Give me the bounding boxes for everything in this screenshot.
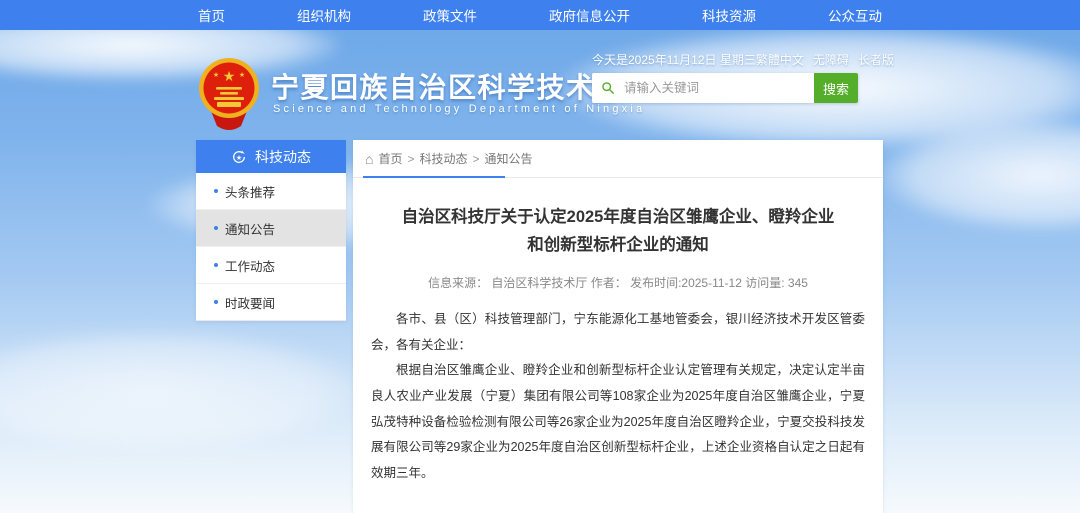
breadcrumb-separator: > (407, 152, 414, 166)
search-button[interactable]: 搜索 (814, 73, 858, 103)
sidebar-item-label: 通知公告 (225, 219, 275, 238)
svg-text:★: ★ (239, 71, 245, 79)
bullet-dot-icon (214, 300, 218, 304)
sidebar-title: 科技动态 (255, 147, 311, 167)
main-panel: ⌂ 首页 > 科技动态 > 通知公告 自治区科技厅关于认定2025年度自治区雏鹰… (353, 140, 883, 513)
bullet-dot-icon (214, 226, 218, 230)
nav-item-policy-documents[interactable]: 政策文件 (387, 5, 513, 25)
nav-item-sci-tech-resources[interactable]: 科技资源 (666, 5, 792, 25)
sidebar-item-label: 工作动态 (225, 256, 275, 275)
sidebar-item-label: 时政要闻 (225, 293, 275, 312)
home-icon: ⌂ (365, 152, 373, 166)
breadcrumb-home[interactable]: 首页 (378, 150, 402, 167)
search-input-wrap (592, 73, 814, 103)
link-elderly-version[interactable]: 长者版 (858, 51, 894, 68)
nav-item-gov-info-disclosure[interactable]: 政府信息公开 (513, 5, 666, 25)
sidebar: ★ 科技动态 头条推荐 通知公告 工作动态 时政要闻 (196, 140, 346, 321)
article-title: 自治区科技厅关于认定2025年度自治区雏鹰企业、瞪羚企业 和创新型标杆企业的通知 (381, 203, 855, 259)
site-subtitle-en: Science and Technology Department of Nin… (273, 103, 645, 115)
page: 首页 组织机构 政策文件 政府信息公开 科技资源 公众互动 ★ ★ ★ 宁夏回族… (0, 0, 1080, 513)
site-title: 宁夏回族自治区科学技术厅 (271, 66, 625, 106)
article-paragraph: 根据自治区雏鹰企业、瞪羚企业和创新型标杆企业认定管理有关规定，决定认定半亩良人农… (371, 358, 865, 486)
sidebar-item-label: 头条推荐 (225, 182, 275, 201)
sidebar-item-notices[interactable]: 通知公告 (196, 210, 346, 247)
sidebar-item-headlines[interactable]: 头条推荐 (196, 173, 346, 210)
link-traditional-chinese[interactable]: 繁體中文 (756, 51, 804, 68)
nav-item-organization[interactable]: 组织机构 (261, 5, 387, 25)
sidebar-header: ★ 科技动态 (196, 140, 346, 173)
header-meta-row: 今天是2025年11月12日 星期三 繁體中文 无障碍 长者版 (592, 51, 875, 68)
search-icon (601, 80, 615, 96)
svg-text:★: ★ (213, 71, 219, 79)
svg-text:★: ★ (236, 154, 242, 162)
bullet-dot-icon (214, 189, 218, 193)
search-input[interactable] (622, 80, 805, 96)
breadcrumb-sci-tech-news[interactable]: 科技动态 (420, 150, 468, 167)
nav-item-public-interaction[interactable]: 公众互动 (792, 5, 918, 25)
breadcrumb: ⌂ 首页 > 科技动态 > 通知公告 (353, 140, 883, 177)
emblem-icon: ★ ★ ★ (197, 54, 261, 134)
breadcrumb-wrap: ⌂ 首页 > 科技动态 > 通知公告 (353, 140, 883, 178)
svg-text:★: ★ (223, 68, 236, 84)
sidebar-item-current-politics[interactable]: 时政要闻 (196, 284, 346, 321)
breadcrumb-separator: > (473, 152, 480, 166)
link-accessibility[interactable]: 无障碍 (813, 51, 849, 68)
national-emblem-logo: ★ ★ ★ (197, 54, 261, 134)
sci-tech-news-icon: ★ (231, 149, 247, 165)
search-bar: 搜索 (592, 73, 858, 103)
article-body: 各市、县（区）科技管理部门，宁东能源化工基地管委会，银川经济技术开发区管委会，各… (371, 307, 865, 486)
bullet-dot-icon (214, 263, 218, 267)
nav-item-home[interactable]: 首页 (162, 5, 261, 25)
sidebar-item-work-updates[interactable]: 工作动态 (196, 247, 346, 284)
top-nav: 首页 组织机构 政策文件 政府信息公开 科技资源 公众互动 (0, 0, 1080, 30)
article-meta: 信息来源： 自治区科学技术厅 作者： 发布时间:2025-11-12 访问量: … (353, 274, 883, 291)
article-paragraph: 各市、县（区）科技管理部门，宁东能源化工基地管委会，银川经济技术开发区管委会，各… (371, 307, 865, 358)
utility-links: 繁體中文 无障碍 长者版 (756, 51, 894, 68)
breadcrumb-notices[interactable]: 通知公告 (485, 150, 533, 167)
current-date-text: 今天是2025年11月12日 星期三 (592, 51, 756, 68)
